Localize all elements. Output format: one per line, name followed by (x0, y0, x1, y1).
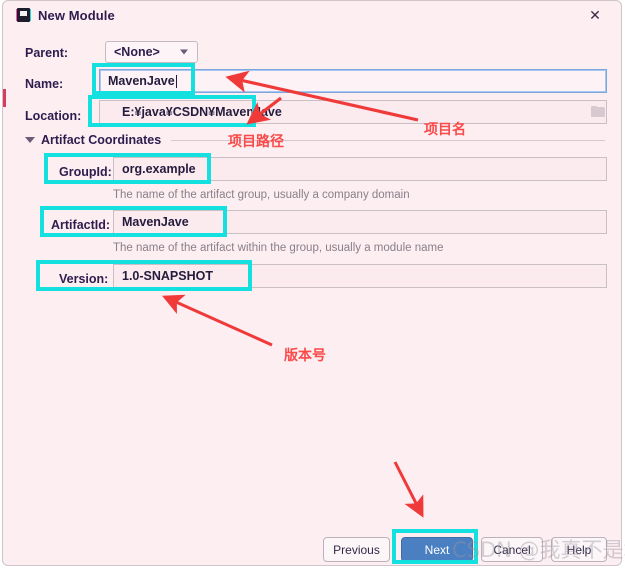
close-icon[interactable]: ✕ (573, 1, 617, 30)
groupid-label: GroupId: (59, 165, 112, 179)
title-bar: New Module ✕ (3, 1, 621, 30)
parent-dropdown-value: <None> (114, 45, 160, 59)
name-input-value: MavenJave (108, 74, 175, 88)
annotation-project-path: 项目路径 (228, 134, 284, 150)
artifact-coordinates-section[interactable]: Artifact Coordinates (25, 133, 605, 147)
previous-button-label: Previous (333, 542, 380, 557)
groupid-input-value: org.example (122, 162, 196, 176)
cancel-button-label: Cancel (493, 542, 531, 557)
location-input-value: E:¥java¥CSDN¥MavenJave (122, 105, 282, 119)
name-label: Name: (25, 77, 64, 91)
previous-button[interactable]: Previous (323, 537, 390, 562)
artifactid-input[interactable]: MavenJave (113, 210, 607, 234)
help-button[interactable]: Help (551, 537, 607, 562)
intellij-module-icon (16, 8, 31, 23)
parent-label: Parent: (25, 46, 69, 60)
folder-icon (591, 106, 606, 118)
version-label: Version: (59, 272, 109, 286)
help-button-label: Help (566, 542, 592, 557)
artifactid-label: ArtifactId: (51, 218, 111, 232)
artifact-coordinates-label: Artifact Coordinates (41, 133, 162, 147)
edge-marker (3, 89, 6, 107)
triangle-down-icon (25, 137, 35, 143)
new-module-dialog: New Module ✕ Parent: <None> Name: MavenJ… (2, 0, 622, 566)
location-label: Location: (25, 109, 82, 123)
version-input-value: 1.0-SNAPSHOT (122, 269, 213, 283)
location-input[interactable]: E:¥java¥CSDN¥MavenJave (99, 100, 607, 124)
window-title: New Module (38, 8, 115, 23)
artifactid-input-value: MavenJave (122, 215, 189, 229)
cancel-button[interactable]: Cancel (481, 537, 543, 562)
groupid-input[interactable]: org.example (113, 157, 607, 181)
name-input[interactable]: MavenJave (99, 69, 607, 93)
version-input[interactable]: 1.0-SNAPSHOT (113, 264, 607, 288)
browse-location-button[interactable] (584, 100, 613, 124)
chevron-down-icon (180, 49, 188, 55)
annotation-version-number: 版本号 (284, 348, 326, 364)
next-button[interactable]: Next (401, 537, 473, 562)
next-button-label: Next (424, 542, 450, 557)
annotation-project-name: 项目名 (424, 122, 466, 138)
parent-dropdown[interactable]: <None> (105, 41, 198, 63)
artifactid-hint: The name of the artifact within the grou… (113, 242, 444, 254)
groupid-hint: The name of the artifact group, usually … (113, 189, 410, 201)
